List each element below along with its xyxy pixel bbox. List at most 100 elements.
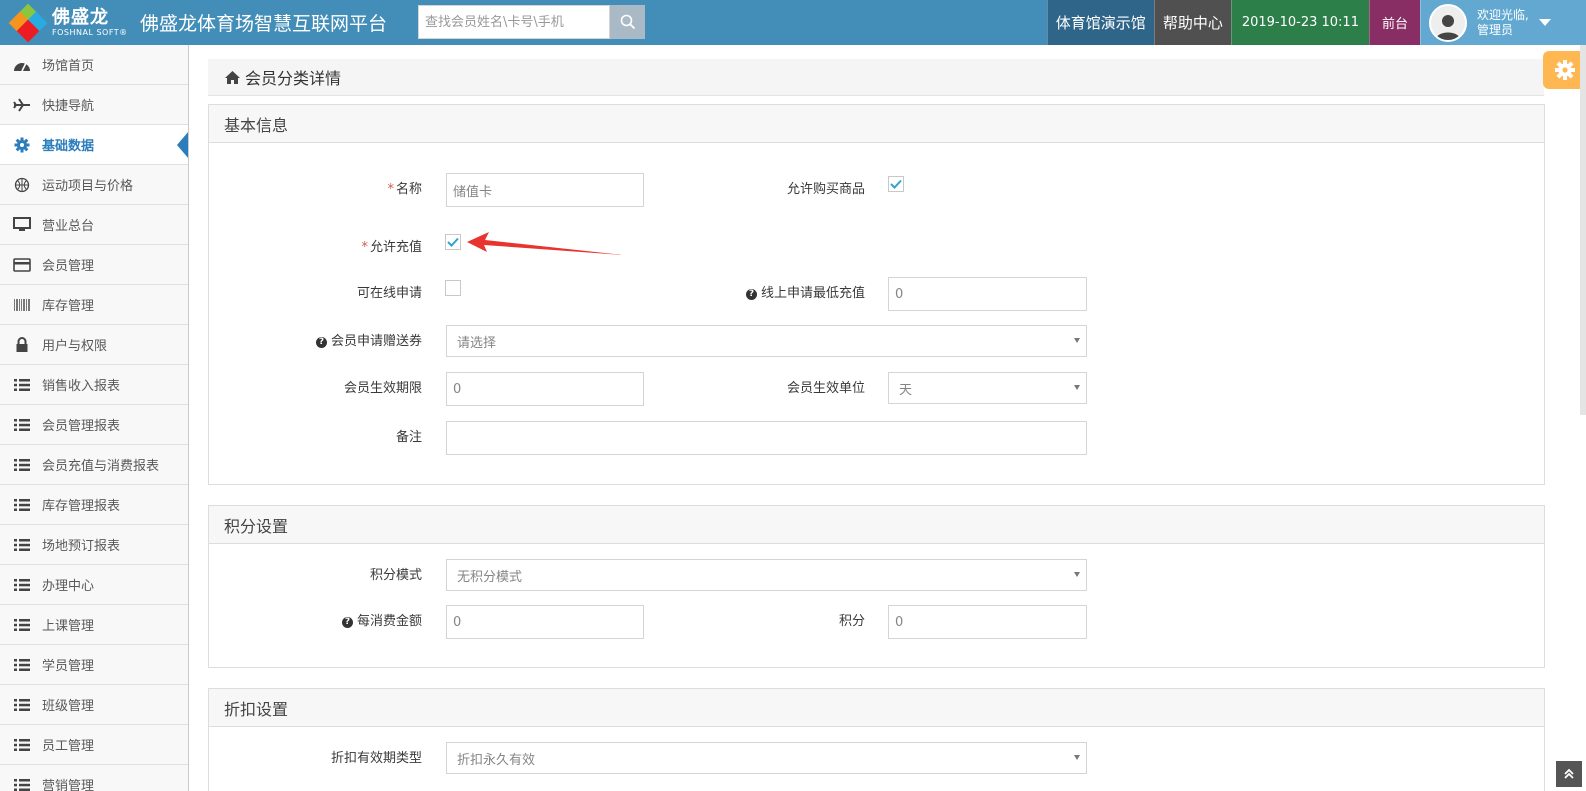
help-question-icon[interactable]: ? xyxy=(341,617,353,628)
points-input[interactable] xyxy=(888,605,1087,639)
name-input[interactable] xyxy=(446,173,644,207)
sidebar-item[interactable]: 用户与权限 xyxy=(0,325,188,365)
help-question-icon[interactable]: ? xyxy=(315,337,327,348)
sidebar-item[interactable]: 库存管理 xyxy=(0,285,188,325)
coupon-label: ? 会员申请赠送券 xyxy=(249,330,422,349)
logo-en-text: FOSHNAL SOFT® xyxy=(52,27,128,37)
valid-period-input[interactable] xyxy=(446,372,644,406)
sidebar-item-label: 用户与权限 xyxy=(42,339,108,354)
page-scrollbar[interactable] xyxy=(1580,45,1586,415)
sidebar-item-label: 快捷导航 xyxy=(42,99,95,114)
points-mode-select[interactable]: 无积分模式 xyxy=(446,559,1087,591)
sidebar-item[interactable]: 会员充值与消费报表 xyxy=(0,445,188,485)
points-panel: 积分设置 积分模式 无积分模式 ?每消费金额 积分 xyxy=(208,505,1545,668)
list-icon xyxy=(12,577,32,593)
sidebar-item-label: 员工管理 xyxy=(42,739,95,754)
coupon-select[interactable]: 请选择 xyxy=(446,325,1087,357)
home-icon[interactable] xyxy=(224,70,241,85)
app-title: 佛盛龙体育场智慧互联网平台 xyxy=(140,13,388,35)
basic-info-panel: 基本信息 *名称 允许购买商品 *允许充值 可在线申请 ?线上申请最低充值 ?会… xyxy=(208,104,1545,485)
discount-valid-type-label: 折扣有效期类型 xyxy=(330,751,422,766)
venue-switch[interactable]: 体育馆演示馆 xyxy=(1046,0,1154,45)
sidebar-item[interactable]: 办理中心 xyxy=(0,565,188,605)
per-amount-input[interactable] xyxy=(446,605,644,639)
online-apply-checkbox[interactable] xyxy=(445,280,461,296)
search-button[interactable] xyxy=(610,5,645,39)
plane-icon xyxy=(12,97,32,113)
allow-recharge-label: * 允许充值 xyxy=(361,240,422,255)
sidebar-item-label: 会员充值与消费报表 xyxy=(42,459,160,474)
sidebar-item-label: 场地预订报表 xyxy=(42,539,121,554)
remark-input[interactable] xyxy=(446,421,1087,455)
sidebar-item[interactable]: 员工管理 xyxy=(0,725,188,765)
caret-down-icon xyxy=(1538,19,1551,26)
gear-icon xyxy=(1554,60,1575,80)
list-icon xyxy=(12,777,32,791)
sidebar-item-label: 库存管理报表 xyxy=(42,499,121,514)
sidebar-item-label: 基础数据 xyxy=(42,139,95,154)
help-question-icon[interactable]: ? xyxy=(745,289,757,300)
select-arrow-icon xyxy=(1074,338,1080,343)
sidebar-item[interactable]: 销售收入报表 xyxy=(0,365,188,405)
sidebar-item[interactable]: 营销管理 xyxy=(0,765,188,791)
list-icon xyxy=(12,697,32,713)
help-center-link[interactable]: 帮助中心 xyxy=(1153,0,1231,45)
discount-panel: 折扣设置 折扣有效期类型 折扣永久有效 xyxy=(208,688,1545,791)
logo-mark-icon xyxy=(8,3,48,42)
coupon-select-value: 请选择 xyxy=(457,335,497,351)
sidebar-item[interactable]: 场馆首页 xyxy=(0,45,188,85)
valid-period-label: 会员生效期限 xyxy=(343,381,422,396)
scroll-to-top-button[interactable] xyxy=(1556,761,1582,787)
allow-buy-checkbox[interactable] xyxy=(888,176,904,192)
valid-unit-label: 会员生效单位 xyxy=(786,381,865,396)
points-mode-value: 无积分模式 xyxy=(457,569,523,585)
brand-logo[interactable]: 佛盛龙 FOSHNAL SOFT® xyxy=(0,0,128,45)
front-desk-link[interactable]: 前台 xyxy=(1368,0,1420,45)
select-arrow-icon xyxy=(1074,385,1080,390)
sidebar-item-label: 会员管理报表 xyxy=(42,419,121,434)
sidebar-item-label: 营销管理 xyxy=(42,779,95,791)
sidebar-item-label: 销售收入报表 xyxy=(42,379,121,394)
member-search-input[interactable] xyxy=(418,5,610,39)
allow-recharge-checkbox[interactable] xyxy=(445,234,461,250)
sidebar-item[interactable]: 基础数据 xyxy=(0,125,188,165)
sidebar-item[interactable]: 库存管理报表 xyxy=(0,485,188,525)
sidebar-item-label: 办理中心 xyxy=(42,579,95,594)
discount-valid-type-value: 折扣永久有效 xyxy=(457,752,536,768)
sidebar-item-label: 库存管理 xyxy=(42,299,95,314)
sidebar-item[interactable]: 上课管理 xyxy=(0,605,188,645)
sidebar-item[interactable]: 营业总台 xyxy=(0,205,188,245)
sidebar-item[interactable]: 会员管理 xyxy=(0,245,188,285)
dashboard-icon xyxy=(12,57,32,73)
checkmark-icon xyxy=(447,237,459,247)
discount-valid-type-select[interactable]: 折扣永久有效 xyxy=(446,742,1087,774)
user-role: 管理员 xyxy=(1477,22,1514,37)
gear-icon xyxy=(12,137,32,153)
sidebar-item[interactable]: 场地预订报表 xyxy=(0,525,188,565)
sidebar-item[interactable]: 运动项目与价格 xyxy=(0,165,188,205)
user-menu[interactable]: 欢迎光临, 管理员 xyxy=(1420,0,1586,45)
list-icon xyxy=(12,737,32,753)
online-min-input[interactable] xyxy=(888,277,1087,311)
sidebar-item[interactable]: 班级管理 xyxy=(0,685,188,725)
per-amount-label: ? 每消费金额 xyxy=(249,610,422,629)
barcode-icon xyxy=(12,297,32,313)
sidebar-item[interactable]: 快捷导航 xyxy=(0,85,188,125)
list-icon xyxy=(12,657,32,673)
datetime-display: 2019-10-23 10:11 xyxy=(1230,0,1369,45)
valid-unit-select[interactable]: 天 xyxy=(888,372,1087,404)
online-apply-label: 可在线申请 xyxy=(356,286,422,301)
monitor-icon xyxy=(12,217,32,233)
points-mode-label: 积分模式 xyxy=(369,568,422,583)
sidebar-item-label: 营业总台 xyxy=(42,219,95,234)
annotation-arrow-icon xyxy=(467,232,623,255)
sidebar-item-label: 上课管理 xyxy=(42,619,95,634)
double-chevron-up-icon xyxy=(1564,768,1574,779)
user-silhouette-icon xyxy=(1436,14,1460,40)
checkmark-icon xyxy=(890,179,902,189)
sidebar-item[interactable]: 学员管理 xyxy=(0,645,188,685)
sidebar-item-label: 场馆首页 xyxy=(42,59,95,74)
online-min-label: ? 线上申请最低充值 xyxy=(689,282,865,301)
sidebar-item[interactable]: 会员管理报表 xyxy=(0,405,188,445)
main-content: 会员分类详情 基本信息 *名称 允许购买商品 *允许充值 可在线申请 ?线上申请… xyxy=(189,45,1586,791)
